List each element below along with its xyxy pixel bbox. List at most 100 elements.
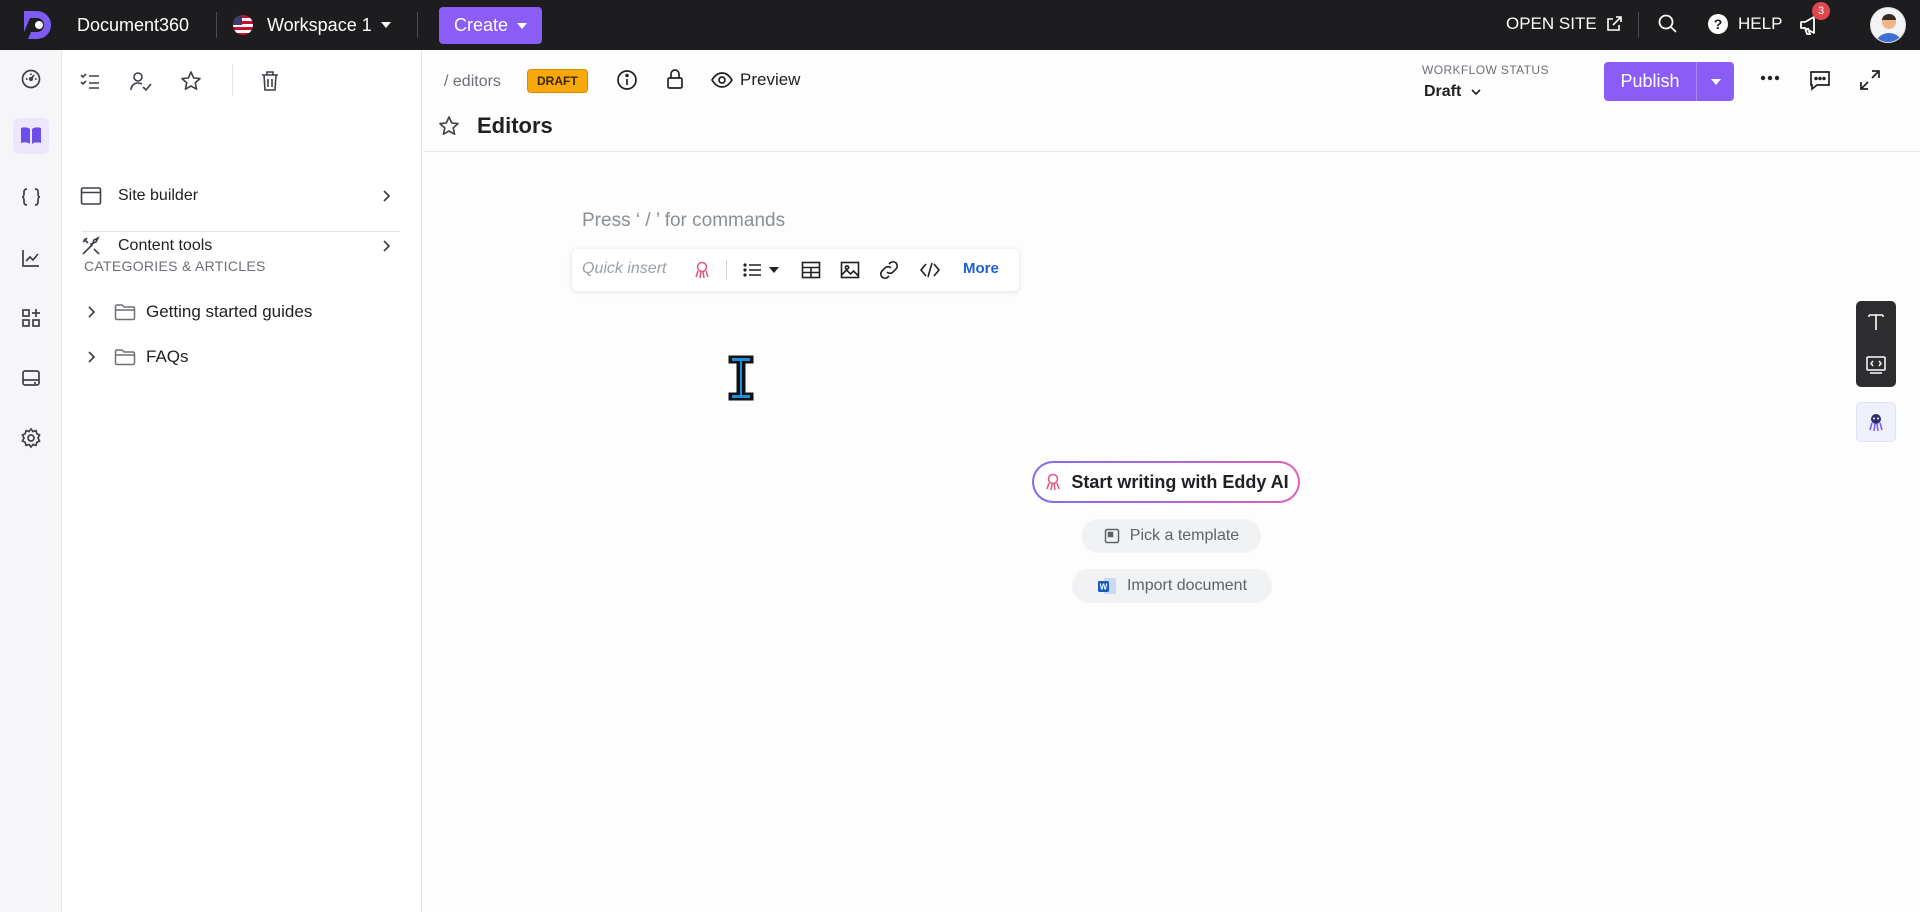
star-icon[interactable] <box>438 115 460 137</box>
chevron-right-icon[interactable] <box>82 305 100 319</box>
comments-icon[interactable] <box>1809 69 1831 91</box>
chevron-down-icon <box>769 267 779 273</box>
document360-logo[interactable] <box>18 8 54 42</box>
floating-toolbar <box>1856 301 1896 387</box>
table-icon[interactable] <box>799 258 823 282</box>
search-icon[interactable] <box>1657 13 1679 35</box>
divider <box>232 64 233 96</box>
more-options-icon[interactable] <box>1760 75 1780 81</box>
eddy-ai-button[interactable]: Start writing with Eddy AI <box>1032 461 1300 503</box>
pick-template-button[interactable]: Pick a template <box>1082 519 1261 553</box>
image-icon[interactable] <box>838 258 862 282</box>
app-name: Document360 <box>77 15 190 35</box>
eddy-ai-button-inner: Start writing with Eddy AI <box>1034 463 1298 501</box>
settings-icon[interactable] <box>13 420 49 456</box>
text-format-icon[interactable] <box>1864 310 1888 334</box>
page-title[interactable]: Editors <box>477 113 553 139</box>
eddy-ai-icon <box>1869 414 1883 432</box>
dashboard-icon[interactable] <box>13 61 49 97</box>
help-label: HELP <box>1738 14 1783 33</box>
eddy-ai-label: Start writing with Eddy AI <box>1071 471 1289 492</box>
sidebar-item-label: Content tools <box>118 237 213 254</box>
apps-icon[interactable] <box>13 300 49 336</box>
text-cursor-icon <box>728 355 754 401</box>
chevron-down-icon <box>380 22 391 28</box>
user-check-icon[interactable] <box>128 68 154 94</box>
top-bar: Document360 Workspace 1 Create OPEN SITE… <box>0 0 1920 50</box>
folder-icon <box>114 349 136 366</box>
publish-options-button[interactable] <box>1696 62 1734 101</box>
chevron-down-icon <box>517 22 528 29</box>
section-heading: CATEGORIES & ARTICLES <box>84 258 266 274</box>
sidebar: Site builder Content tools CATEGORIES & … <box>62 50 422 912</box>
word-doc-icon: W <box>1097 578 1116 594</box>
icon-rail <box>0 50 62 912</box>
template-icon <box>1104 528 1120 544</box>
sidebar-item-site-builder[interactable]: Site builder <box>80 178 400 214</box>
import-document-label: Import document <box>1126 577 1248 594</box>
analytics-icon[interactable] <box>13 240 49 276</box>
folder-icon <box>114 304 136 321</box>
workspace-selector[interactable]: Workspace 1 <box>233 12 391 38</box>
info-icon[interactable] <box>616 69 638 91</box>
tree-item-label: FAQs <box>146 347 189 366</box>
eddy-ai-icon <box>1046 473 1061 491</box>
workflow-status-dropdown[interactable]: Draft <box>1424 83 1482 101</box>
user-avatar-icon <box>1876 14 1902 42</box>
chevron-right-icon <box>383 190 391 202</box>
embed-icon[interactable] <box>1864 353 1888 377</box>
help-icon: ? <box>1708 14 1728 34</box>
eddy-ai-assistant-button[interactable] <box>1856 402 1896 442</box>
chevron-down-icon <box>1471 89 1481 96</box>
article-header: / editors DRAFT Preview WORKFLOW STATUS … <box>423 50 1920 152</box>
editor-placeholder[interactable]: Press ‘ / ’ for commands <box>582 210 785 232</box>
tools-icon <box>82 236 100 255</box>
lock-icon[interactable] <box>665 68 685 90</box>
publish-button[interactable]: Publish <box>1604 62 1696 101</box>
star-icon[interactable] <box>178 68 204 94</box>
trash-icon[interactable] <box>257 68 283 94</box>
widget-icon[interactable] <box>13 360 49 396</box>
external-link-icon <box>1606 16 1622 31</box>
us-flag-icon <box>233 15 253 35</box>
status-badge: DRAFT <box>527 69 588 93</box>
preview-button[interactable]: Preview <box>711 70 800 90</box>
list-options-caret[interactable] <box>762 258 786 282</box>
workflow-status-value: Draft <box>1424 83 1462 100</box>
pick-template-label: Pick a template <box>1129 527 1240 544</box>
link-icon[interactable] <box>877 258 901 282</box>
chevron-down-icon <box>1710 78 1721 85</box>
sidebar-toolbar <box>62 50 422 112</box>
chevron-right-icon[interactable] <box>82 350 100 364</box>
divider <box>216 12 217 38</box>
sidebar-item-label: Site builder <box>118 187 199 204</box>
help-button[interactable]: ? HELP <box>1708 14 1782 34</box>
create-button[interactable]: Create <box>439 7 542 44</box>
eddy-ai-icon[interactable] <box>690 258 714 282</box>
import-document-button[interactable]: W Import document <box>1072 569 1272 603</box>
open-site-label: OPEN SITE <box>1506 14 1597 33</box>
fullscreen-icon[interactable] <box>1859 69 1881 91</box>
workflow-status-label: WORKFLOW STATUS <box>1422 63 1549 77</box>
avatar[interactable] <box>1870 7 1906 43</box>
main-content: / editors DRAFT Preview WORKFLOW STATUS … <box>423 50 1920 912</box>
tree-item-faqs[interactable]: FAQs <box>82 342 402 372</box>
chevron-right-icon <box>383 240 391 252</box>
tree-item-getting-started-guides[interactable]: Getting started guides <box>82 297 402 327</box>
create-label: Create <box>453 15 509 35</box>
documentation-icon[interactable] <box>13 118 49 154</box>
workspace-name: Workspace 1 <box>267 14 372 35</box>
quick-insert-toolbar: Quick insert More <box>572 249 1019 291</box>
checklist-icon[interactable] <box>77 68 103 94</box>
divider <box>1638 12 1639 38</box>
divider <box>417 12 418 38</box>
breadcrumb[interactable]: / editors <box>444 73 501 91</box>
divider <box>82 231 400 232</box>
api-icon[interactable] <box>13 179 49 215</box>
code-icon[interactable] <box>918 258 942 282</box>
more-button[interactable]: More <box>963 260 999 277</box>
eye-icon <box>711 72 733 88</box>
open-site-link[interactable]: OPEN SITE <box>1506 14 1623 34</box>
notification-badge: 3 <box>1812 2 1830 20</box>
quick-insert-label: Quick insert <box>582 260 667 277</box>
